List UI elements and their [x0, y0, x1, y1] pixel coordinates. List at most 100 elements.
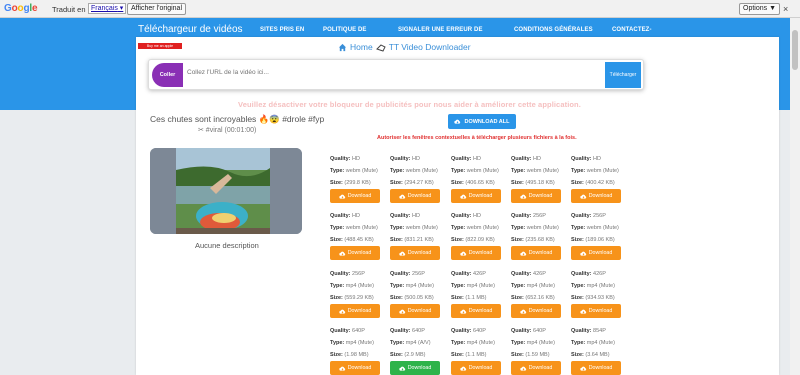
size-label: Size: — [571, 295, 584, 301]
format-download-button[interactable]: Download — [390, 361, 440, 375]
size-value: (406.65 KB) — [465, 180, 495, 186]
video-thumbnail[interactable] — [150, 148, 302, 234]
format-download-button[interactable]: Download — [511, 304, 561, 318]
options-button[interactable]: Options ▼ — [739, 3, 780, 15]
format-download-button[interactable]: Download — [511, 361, 561, 375]
size-value: (189.06 KB) — [585, 237, 615, 243]
size-value: (822.09 KB) — [465, 237, 495, 243]
cloud-download-icon — [580, 194, 586, 199]
nav-contact[interactable]: CONTACTEZ- — [612, 27, 652, 33]
breadcrumb: Home TT Video Downloader — [338, 42, 471, 52]
size-value: (1.1 MB) — [465, 352, 487, 358]
format-download-button[interactable]: Download — [330, 304, 380, 318]
format-quality: Quality: HD — [390, 153, 450, 165]
home-icon — [338, 43, 347, 51]
support-badge[interactable]: Buy me an apple — [138, 43, 182, 49]
nav-supported-sites[interactable]: SITES PRIS EN — [260, 27, 304, 33]
language-select[interactable]: Français ▾ — [88, 3, 127, 14]
type-value: webm (Mute) — [345, 168, 378, 174]
quality-label: Quality: — [511, 156, 532, 162]
format-item: Quality: 640P Type: mp4 (Mute) Size: (1.1 … — [451, 325, 511, 361]
format-download-button[interactable]: Download — [571, 304, 621, 318]
format-download-button[interactable]: Download — [511, 189, 561, 203]
type-value: mp4 (Mute) — [526, 283, 555, 289]
download-label: Download — [407, 308, 432, 314]
video-title: Ces chutes sont incroyables 🔥😨 #drole #f… — [150, 114, 325, 124]
format-download-button[interactable]: Download — [571, 361, 621, 375]
format-download-button[interactable]: Download — [390, 189, 440, 203]
type-label: Type: — [571, 168, 586, 174]
format-download-button[interactable]: Download — [451, 361, 501, 375]
brand-title[interactable]: Téléchargeur de vidéos — [138, 24, 243, 35]
breadcrumb-current: TT Video Downloader — [388, 42, 471, 52]
url-input[interactable] — [187, 69, 597, 76]
format-type: Type: mp4 (Mute) — [511, 337, 571, 349]
download-all-button[interactable]: DOWNLOAD ALL — [448, 114, 516, 129]
download-label: Download — [347, 250, 372, 256]
type-label: Type: — [390, 225, 405, 231]
format-item: Quality: HD Type: webm (Mute) Size: (488.4… — [330, 210, 390, 246]
format-type: Type: mp4 (Mute) — [330, 337, 390, 349]
format-download-button[interactable]: Download — [511, 246, 561, 260]
format-item: Quality: 640P Type: mp4 (Mute) Size: (1.98… — [330, 325, 390, 361]
size-label: Size: — [571, 352, 584, 358]
quality-label: Quality: — [511, 213, 532, 219]
format-download-button[interactable]: Download — [330, 246, 380, 260]
download-button[interactable]: Télécharger — [605, 62, 641, 88]
quality-label: Quality: — [390, 213, 411, 219]
quality-value: HD — [533, 156, 541, 162]
format-download-button[interactable]: Download — [451, 189, 501, 203]
quality-label: Quality: — [511, 271, 532, 277]
quality-value: 256P — [533, 213, 546, 219]
quality-value: HD — [352, 213, 360, 219]
adblock-message: Veuillez désactiver votre bloqueur de pu… — [238, 100, 581, 109]
size-label: Size: — [330, 352, 343, 358]
quality-label: Quality: — [330, 156, 351, 162]
format-download-button[interactable]: Download — [330, 361, 380, 375]
download-label: Download — [528, 193, 553, 199]
cloud-download-icon — [339, 366, 345, 371]
download-label: Download — [407, 250, 432, 256]
quality-value: 640P — [352, 328, 365, 334]
format-item: Quality: 256P Type: webm (Mute) Size: (235… — [511, 210, 571, 246]
format-quality: Quality: 640P — [511, 325, 571, 337]
scrollbar[interactable] — [790, 18, 800, 375]
quality-value: HD — [412, 213, 420, 219]
cloud-download-icon — [460, 194, 466, 199]
format-size: Size: (934.93 KB) — [571, 292, 631, 304]
size-label: Size: — [330, 180, 343, 186]
format-download-button[interactable]: Download — [571, 246, 621, 260]
quality-value: 426P — [593, 271, 606, 277]
format-download-button[interactable]: Download — [571, 189, 621, 203]
cloud-download-icon — [580, 309, 586, 314]
format-download-button[interactable]: Download — [390, 304, 440, 318]
format-quality: Quality: 256P — [390, 268, 450, 280]
format-quality: Quality: HD — [571, 153, 631, 165]
close-icon[interactable]: × — [783, 4, 788, 14]
nav-terms[interactable]: CONDITIONS GÉNÉRALES — [514, 27, 593, 33]
format-download-button[interactable]: Download — [451, 246, 501, 260]
size-value: (3.64 MB) — [585, 352, 610, 358]
quality-value: 256P — [352, 271, 365, 277]
breadcrumb-home[interactable]: Home — [350, 42, 373, 52]
video-thumbnail-image — [150, 148, 302, 234]
size-value: (934.93 KB) — [585, 295, 615, 301]
format-quality: Quality: HD — [451, 153, 511, 165]
nav-report-error[interactable]: SIGNALER UNE ERREUR DE — [398, 27, 483, 33]
format-download-button[interactable]: Download — [330, 189, 380, 203]
size-value: (652.16 KB) — [525, 295, 555, 301]
download-label: Download — [347, 308, 372, 314]
format-download-button[interactable]: Download — [390, 246, 440, 260]
size-value: (831.21 KB) — [404, 237, 434, 243]
paste-button[interactable]: Coller — [152, 63, 183, 87]
show-original-button[interactable]: Afficher l'original — [127, 3, 187, 15]
format-type: Type: webm (Mute) — [451, 165, 511, 177]
size-label: Size: — [571, 180, 584, 186]
scrollbar-thumb[interactable] — [792, 30, 798, 70]
format-quality: Quality: 426P — [451, 268, 511, 280]
download-label: Download — [528, 250, 553, 256]
format-download-button[interactable]: Download — [451, 304, 501, 318]
format-quality: Quality: 426P — [571, 268, 631, 280]
nav-policy[interactable]: POLITIQUE DE — [323, 27, 367, 33]
type-value: webm (Mute) — [466, 225, 499, 231]
